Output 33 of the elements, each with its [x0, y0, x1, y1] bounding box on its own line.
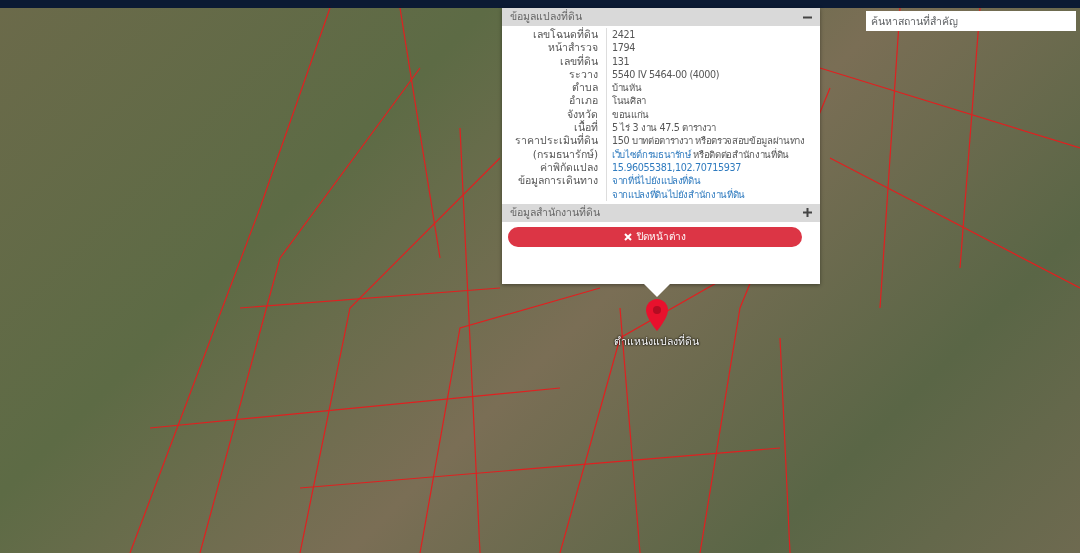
- expand-icon[interactable]: [803, 208, 812, 218]
- field-label: อำเภอ: [568, 94, 599, 108]
- section-title: ข้อมูลแปลงที่ดิน: [510, 9, 582, 25]
- field-value: 2421: [612, 28, 636, 42]
- field-value: 5 ไร่ 3 งาน 47.5 ตารางวา: [612, 121, 717, 135]
- search-field[interactable]: ค้นหาสถานที่สำคัญ: [866, 11, 1076, 31]
- link[interactable]: จากที่นี่ไปยังแปลงที่ดิน: [612, 174, 701, 188]
- field-label: เนื้อที่: [574, 121, 599, 134]
- field-label: เลขที่ดิน: [559, 54, 599, 68]
- link[interactable]: 15.96055381,102.70715937: [612, 160, 741, 175]
- section-header[interactable]: ข้อมูลสำนักงานที่ดิน: [502, 203, 820, 222]
- field-value: 131: [612, 54, 631, 68]
- field-label: จังหวัด: [566, 107, 599, 120]
- section-title: ข้อมูลสำนักงานที่ดิน: [510, 205, 600, 221]
- field-value: 1794: [612, 41, 636, 55]
- field-label: ข้อมูลการเดินทาง: [517, 174, 599, 189]
- field-label: เลขโฉนดที่ดิน: [532, 28, 599, 42]
- field-label: หน้าสำรวจ: [547, 41, 599, 54]
- close-window-button[interactable]: ปิดหน้าต่าง: [508, 226, 802, 247]
- field-value: บ้านหัน: [612, 81, 643, 95]
- close-icon: [624, 232, 632, 241]
- section-header[interactable]: ข้อมูลแปลงที่ดิน: [502, 8, 820, 26]
- field-value: โนนศิลา: [612, 94, 647, 108]
- field-label: ค่าพิกัดแปลง: [539, 160, 599, 175]
- field-label: ตำบล: [571, 81, 599, 95]
- field-value: 5540 IV 5464-00 (4000): [612, 67, 721, 82]
- field-label: ราคาประเมินที่ดิน (กรมธนารักษ์): [514, 134, 599, 161]
- field-value: 150 บาทต่อตารางวา หรือตรวจสอบข้อมูลผ่านทาง เว็บไซต์กรมธนารักษ์ หรือติดต่อสำนักงานที่ดิน: [612, 134, 806, 161]
- marker-label: ตำแหน่งแปลงที่ดิน: [614, 334, 699, 349]
- field-value: ขอนแก่น: [612, 107, 650, 122]
- link[interactable]: เว็บไซต์กรมธนารักษ์: [612, 148, 691, 160]
- field-label: ระวาง: [568, 67, 599, 82]
- link[interactable]: จากแปลงที่ดินไปยังสำนักงานที่ดิน: [612, 187, 745, 201]
